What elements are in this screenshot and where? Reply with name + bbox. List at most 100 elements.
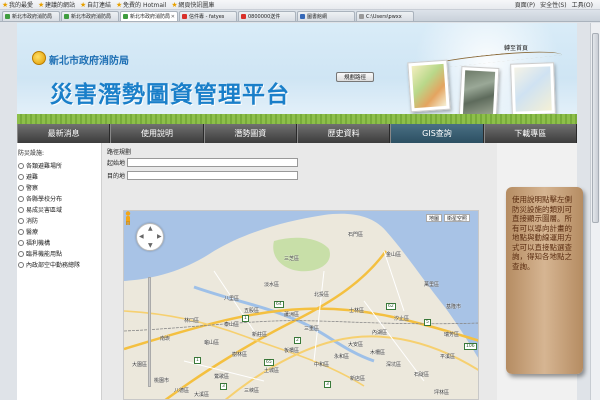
menu-page[interactable]: 頁面(P) xyxy=(515,0,535,9)
map-label: 內湖區 xyxy=(372,330,388,336)
plan-route-button[interactable]: 規劃路徑 xyxy=(336,72,374,82)
page-scrollbar[interactable] xyxy=(590,23,600,400)
bookmark-hotmail[interactable]: ★ 免費的 Hotmail xyxy=(116,0,166,9)
browser-tab[interactable]: 新北市政府消防局 xyxy=(2,11,60,21)
map-label: 三峽區 xyxy=(244,388,260,394)
route-shield: 1 xyxy=(194,357,201,364)
end-row: 目的地 xyxy=(107,171,299,180)
menu-safety[interactable]: 安全性(S) xyxy=(540,0,567,9)
map-label: 平溪區 xyxy=(440,354,456,360)
sidebar-item[interactable]: 各類避難場所 xyxy=(17,160,101,171)
bookmarks-bar: ★ 我的最愛 ★ 建議的網站 ★ 自訂連結 ★ 免費的 Hotmail ★ 網頁快訊圖庫 … xyxy=(0,0,600,10)
map-label: 林口區 xyxy=(184,318,200,324)
pan-left-icon[interactable]: ◀ xyxy=(139,234,144,240)
map-label: 五股區 xyxy=(244,308,260,314)
favicon-icon xyxy=(5,14,10,19)
pan-down-icon[interactable]: ▼ xyxy=(148,243,153,249)
scrollbar-thumb[interactable] xyxy=(592,33,599,223)
browser-tab-active[interactable]: 新北市政府消防局 ✕ xyxy=(120,11,178,21)
star-icon: ★ xyxy=(171,0,178,9)
browser-tab[interactable]: 信件專 - fatyes xyxy=(179,11,237,21)
map-label: 中和區 xyxy=(314,362,330,368)
sidebar-item[interactable]: 避難 xyxy=(17,171,101,182)
bookmark-custom[interactable]: ★ 自訂連結 xyxy=(80,0,111,9)
zoom-slider[interactable] xyxy=(148,277,151,387)
browser-tab[interactable]: 0800000送件 xyxy=(238,11,296,21)
radio-button[interactable] xyxy=(18,173,24,180)
map-label: 大安區 xyxy=(348,342,364,348)
map-label: 樹林區 xyxy=(232,352,248,358)
nav-hazard-maps[interactable]: 潛勢圖資 xyxy=(203,124,297,143)
site-title: 災害潛勢圖資管理平台 xyxy=(50,82,290,108)
radio-button[interactable] xyxy=(18,195,24,202)
nav-gis-query[interactable]: GIS查詢 xyxy=(390,124,484,143)
favicon-icon xyxy=(64,14,69,19)
nav-news[interactable]: 最新消息 xyxy=(17,124,111,143)
nav-instructions[interactable]: 使用說明 xyxy=(110,124,204,143)
sidebar-item[interactable]: 醫療 xyxy=(17,226,101,237)
map-type-map-button[interactable]: 地圖 xyxy=(426,214,443,222)
pan-control[interactable]: ▲ ▼ ◀ ▶ xyxy=(136,223,164,251)
map-photo-1 xyxy=(407,59,451,113)
end-input[interactable] xyxy=(127,171,299,180)
grass-decoration xyxy=(17,114,577,124)
map-label: 新店區 xyxy=(350,376,366,382)
map-label: 淡水區 xyxy=(264,282,280,288)
sidebar-item[interactable]: 消防 xyxy=(17,215,101,226)
radio-button[interactable] xyxy=(18,217,24,224)
star-icon: ★ xyxy=(116,0,123,9)
nav-history[interactable]: 歷史資料 xyxy=(296,124,391,143)
browser-tab[interactable]: C:\Users\pwxx xyxy=(356,11,414,21)
map-label: 蘆洲區 xyxy=(284,312,300,318)
radio-button[interactable] xyxy=(18,239,24,246)
star-icon: ★ xyxy=(80,0,87,9)
map-label: 坪林區 xyxy=(434,390,450,396)
radio-button[interactable] xyxy=(18,250,24,257)
start-input[interactable] xyxy=(127,158,299,167)
map-label: 萬里區 xyxy=(424,282,440,288)
browser-tab[interactable]: 圖書館網 xyxy=(297,11,355,21)
sidebar-item[interactable]: 內政部空中勤務總隊 xyxy=(17,259,101,270)
map-label: 八德區 xyxy=(174,388,190,394)
sidebar-item[interactable]: 易成災害區域 xyxy=(17,204,101,215)
pegman-icon[interactable] xyxy=(124,211,132,225)
close-tab-icon[interactable]: ✕ xyxy=(170,14,175,20)
bookmark-webslice[interactable]: ★ 網頁快訊圖庫 xyxy=(171,0,214,9)
nav-downloads[interactable]: 下載專區 xyxy=(483,124,577,143)
radio-button[interactable] xyxy=(18,184,24,191)
radio-button[interactable] xyxy=(18,206,24,213)
favicon-icon xyxy=(123,14,128,19)
map-label: 瑞芳區 xyxy=(444,332,460,338)
web-page: 新北市政府消防局 災害潛勢圖資管理平台 轉至首頁 最新消息 使用說明 潛勢圖資 … xyxy=(17,23,577,400)
instructions-text: 使用說明點擊左側防災設施的類別可直接顯示圖層。所有可以導向計畫的地點與動線運用方… xyxy=(512,195,572,271)
site-header: 新北市政府消防局 災害潛勢圖資管理平台 轉至首頁 xyxy=(17,23,577,143)
radio-button[interactable] xyxy=(18,228,24,235)
home-link[interactable]: 轉至首頁 xyxy=(504,43,528,52)
route-shield: 64 xyxy=(274,301,284,308)
menu-tools[interactable]: 工具(O) xyxy=(572,0,593,9)
sidebar-item[interactable]: 福利機構 xyxy=(17,237,101,248)
favicon-icon xyxy=(241,14,246,19)
sidebar-item[interactable]: 警察 xyxy=(17,182,101,193)
map-label: 木柵區 xyxy=(370,350,386,356)
radio-button[interactable] xyxy=(18,162,24,169)
facility-sidebar: 防災設施: 各類避難場所 避難 警察 各縣學校分布 易成災害區域 消防 醫療 福… xyxy=(17,145,101,400)
sidebar-item[interactable]: 各縣學校分布 xyxy=(17,193,101,204)
route-shield: 3 xyxy=(220,383,227,390)
radio-button[interactable] xyxy=(18,261,24,268)
browser-tab[interactable]: 新北市政府消防局 xyxy=(61,11,119,21)
bookmark-favorites[interactable]: ★ 我的最愛 xyxy=(2,0,33,9)
map-type-satellite-button[interactable]: 衛星空照 xyxy=(444,214,471,222)
google-map[interactable]: 地圖 衛星空照 ▲ ▼ ◀ ▶ 石門區 金山區 萬里區 三芝區 淡水區 北投區 … xyxy=(123,210,479,400)
pan-up-icon[interactable]: ▲ xyxy=(148,226,153,232)
map-label: 基隆市 xyxy=(446,304,462,310)
map-label: 桃園市 xyxy=(154,378,170,384)
route-shield: 1 xyxy=(242,315,249,322)
bookmark-suggested[interactable]: ★ 建議的網站 xyxy=(38,0,75,9)
map-label: 三重區 xyxy=(304,326,320,332)
map-label: 鶯歌區 xyxy=(214,374,230,380)
route-shield: 5 xyxy=(424,319,431,326)
pan-right-icon[interactable]: ▶ xyxy=(157,234,162,240)
sidebar-item[interactable]: 臨界機能用點 xyxy=(17,248,101,259)
route-shield: 2 xyxy=(294,337,301,344)
